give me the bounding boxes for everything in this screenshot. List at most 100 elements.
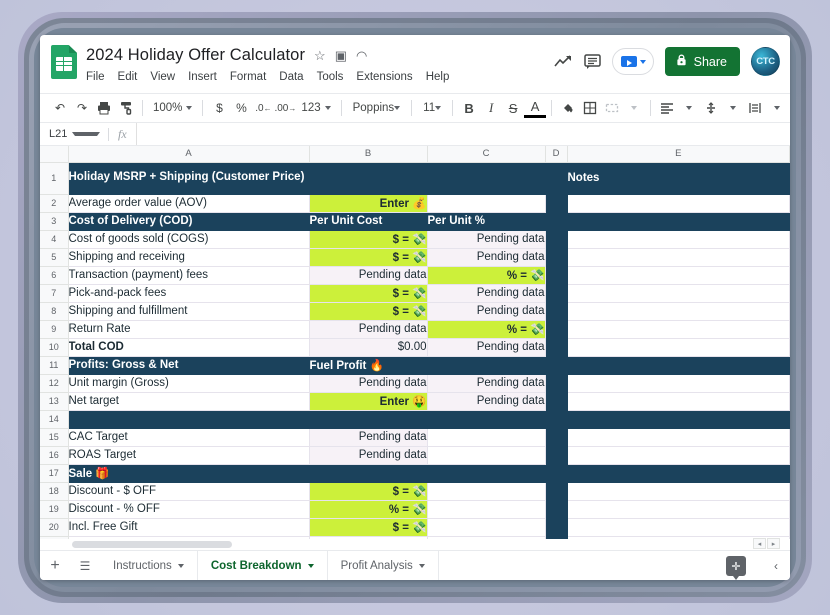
menu-view[interactable]: View (150, 70, 175, 84)
row-header[interactable]: 5 (40, 247, 69, 267)
cell-C17[interactable] (426, 463, 546, 483)
cell-A10[interactable]: Total COD (67, 337, 310, 357)
cell-C13[interactable]: Pending data (426, 391, 546, 411)
row-header[interactable]: 20 (40, 517, 69, 537)
cell-B3[interactable]: Per Unit Cost (308, 211, 428, 231)
menu-edit[interactable]: Edit (118, 70, 138, 84)
cell-C7[interactable]: Pending data (426, 283, 546, 303)
avatar[interactable]: CTC (751, 47, 780, 76)
meet-call-button[interactable] (611, 48, 654, 75)
cell-A15[interactable]: CAC Target (67, 427, 310, 447)
cell-A16[interactable]: ROAS Target (67, 445, 310, 465)
cell-E15[interactable] (566, 427, 790, 447)
cell-E7[interactable] (566, 283, 790, 303)
menu-help[interactable]: Help (426, 70, 450, 84)
row-header[interactable]: 10 (40, 337, 69, 357)
cell-D9[interactable] (544, 319, 568, 339)
row-header[interactable]: 16 (40, 445, 69, 465)
formula-input[interactable] (135, 123, 790, 145)
cell-D18[interactable] (544, 481, 568, 501)
row-header[interactable]: 6 (40, 265, 69, 285)
cell-A17[interactable]: Sale 🎁 (67, 463, 310, 483)
row-header[interactable]: 14 (40, 409, 69, 429)
cell-C6[interactable]: % = 💸 (426, 265, 546, 285)
cell-B1[interactable] (308, 161, 428, 195)
menu-insert[interactable]: Insert (188, 70, 217, 84)
cell-C8[interactable]: Pending data (426, 301, 546, 321)
cell-B2[interactable]: Enter 💰 (308, 193, 428, 213)
cell-E10[interactable] (566, 337, 790, 357)
cell-A3[interactable]: Cost of Delivery (COD) (67, 211, 310, 231)
cell-B10[interactable]: $0.00 (308, 337, 428, 357)
row-header[interactable]: 17 (40, 463, 69, 483)
select-all-corner[interactable] (40, 146, 69, 163)
cell-C3[interactable]: Per Unit % (426, 211, 546, 231)
fill-color-icon[interactable] (557, 96, 579, 120)
column-header-b[interactable]: B (308, 146, 428, 163)
cell-D17[interactable] (544, 463, 568, 483)
cell-B11[interactable]: Fuel Profit 🔥 (308, 355, 428, 375)
paint-format-icon[interactable] (115, 96, 137, 120)
row-header[interactable]: 8 (40, 301, 69, 321)
cell-E9[interactable] (566, 319, 790, 339)
font-size-selector[interactable]: 11 (417, 102, 447, 114)
cell-D8[interactable] (544, 301, 568, 321)
cell-E16[interactable] (566, 445, 790, 465)
cell-B15[interactable]: Pending data (308, 427, 428, 447)
cell-C2[interactable] (426, 193, 546, 213)
name-box[interactable]: L21 (40, 128, 108, 140)
cell-B12[interactable]: Pending data (308, 373, 428, 393)
cell-D6[interactable] (544, 265, 568, 285)
move-to-folder-icon[interactable]: ▣ (335, 49, 347, 62)
cell-E5[interactable] (566, 247, 790, 267)
menu-data[interactable]: Data (279, 70, 303, 84)
cell-B17[interactable] (308, 463, 428, 483)
row-header[interactable]: 19 (40, 499, 69, 519)
bold-icon[interactable]: B (458, 96, 480, 120)
cell-E14[interactable] (566, 409, 790, 429)
cell-E6[interactable] (566, 265, 790, 285)
cell-A2[interactable]: Average order value (AOV) (67, 193, 310, 213)
cell-B18[interactable]: $ = 💸 (308, 481, 428, 501)
spreadsheet-grid[interactable]: A B C D E 1 Holiday MSRP + Shipping (Cust… (40, 146, 790, 539)
cell-A9[interactable]: Return Rate (67, 319, 310, 339)
row-header[interactable]: 11 (40, 355, 69, 375)
column-header-e[interactable]: E (566, 146, 790, 163)
cell-E11[interactable] (566, 355, 790, 375)
cell-B20[interactable]: $ = 💸 (308, 517, 428, 537)
cell-E19[interactable] (566, 499, 790, 519)
chevron-down-icon[interactable] (678, 96, 700, 120)
cell-D2[interactable] (544, 193, 568, 213)
collapse-panel-icon[interactable]: ‹ (762, 551, 790, 580)
currency-format-icon[interactable]: $ (208, 96, 230, 120)
cell-A18[interactable]: Discount - $ OFF (67, 481, 310, 501)
font-family-selector[interactable]: Poppins (347, 102, 407, 114)
cell-B8[interactable]: $ = 💸 (308, 301, 428, 321)
row-header[interactable]: 13 (40, 391, 69, 411)
cell-E17[interactable] (566, 463, 790, 483)
cell-D14[interactable] (544, 409, 568, 429)
cell-D20[interactable] (544, 517, 568, 537)
scroll-left-button[interactable]: ◂ (753, 538, 766, 549)
cell-C12[interactable]: Pending data (426, 373, 546, 393)
cell-B4[interactable]: $ = 💸 (308, 229, 428, 249)
row-header[interactable]: 7 (40, 283, 69, 303)
chevron-down-icon[interactable] (766, 96, 788, 120)
zoom-selector[interactable]: 100% (148, 102, 197, 114)
more-formats-selector[interactable]: 123 (296, 102, 335, 114)
horizontal-scrollbar[interactable] (72, 541, 232, 548)
column-header-d[interactable]: D (544, 146, 568, 163)
menu-format[interactable]: Format (230, 70, 266, 84)
cell-A12[interactable]: Unit margin (Gross) (67, 373, 310, 393)
cell-A1[interactable]: Holiday MSRP + Shipping (Customer Price) (67, 161, 310, 195)
share-button[interactable]: Share (664, 47, 740, 76)
strikethrough-icon[interactable]: S (502, 96, 524, 120)
cell-D5[interactable] (544, 247, 568, 267)
cell-A8[interactable]: Shipping and fulfillment (67, 301, 310, 321)
cell-E3[interactable] (566, 211, 790, 231)
menu-file[interactable]: File (86, 70, 105, 84)
explore-addon-button[interactable]: ✛ (726, 556, 746, 580)
star-icon[interactable]: ☆ (314, 49, 326, 62)
percent-format-icon[interactable]: % (230, 96, 252, 120)
scroll-right-button[interactable]: ▸ (767, 538, 780, 549)
